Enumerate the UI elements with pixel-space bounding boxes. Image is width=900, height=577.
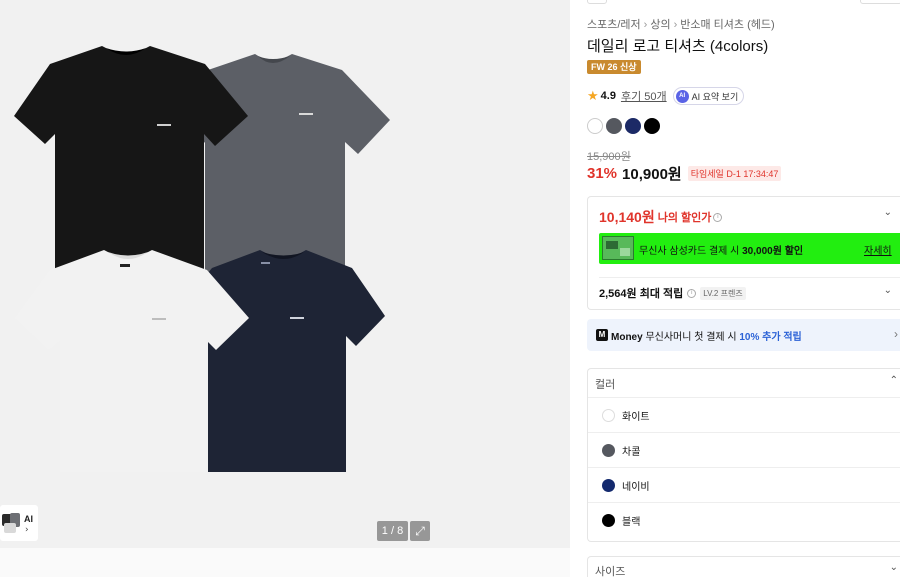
product-title: 데일리 로고 티셔츠 (4colors) <box>587 38 769 55</box>
max-points: 2,564원 최대 적립 <box>599 288 684 300</box>
divider <box>599 277 900 278</box>
swatch-white[interactable] <box>587 118 603 134</box>
color-option-label: 네이비 <box>622 481 650 493</box>
price-row: 31% 10,900원 타임세일 D-1 17:34:47 <box>587 163 782 184</box>
info-icon[interactable]: i <box>687 288 697 298</box>
thumb-ai-label: AI <box>24 514 33 524</box>
musinsa-money-banner[interactable]: M Money 무신사머니 첫 결제 시 10% 추가 적립 › <box>587 319 900 351</box>
color-dot <box>602 513 615 527</box>
card-promo-amount: 30,000원 할인 <box>742 246 804 257</box>
chevron-up-icon[interactable]: ⌃ <box>890 375 898 386</box>
money-logo-icon: M <box>596 329 608 341</box>
ai-summary-label: AI 요약 보기 <box>691 91 739 102</box>
card-image-shape <box>620 248 630 256</box>
sale-price: 10,900원 <box>622 166 682 183</box>
card-promo-text-pre: 무신사 삼성카드 결제 시 <box>639 246 743 257</box>
ai-thumbnail-button[interactable]: AI › <box>0 505 38 541</box>
color-dot <box>602 478 615 492</box>
color-option-item[interactable]: 블랙 <box>588 502 900 537</box>
color-option-label: 화이트 <box>622 411 650 423</box>
swatch-charcoal[interactable] <box>606 118 622 134</box>
money-text: Money 무신사머니 첫 결제 시 10% 추가 적립 <box>611 328 802 343</box>
size-option-dropdown[interactable]: 사이즈 ⌄ <box>587 556 900 577</box>
card-image <box>602 236 634 260</box>
card-promo-text: 무신사 삼성카드 결제 시 30,000원 할인 <box>639 242 803 257</box>
breadcrumb-item[interactable]: 스포츠/레저 <box>587 19 641 31</box>
my-discount-row[interactable]: 10,140원 나의 할인가 i <box>599 207 723 227</box>
color-option-list: 화이트 차콜 네이비 블랙 <box>588 397 900 537</box>
star-icon: ★ <box>587 88 599 103</box>
my-discount-box: 10,140원 나의 할인가 i ⌄ 무신사 삼성카드 결제 시 30,000원… <box>587 196 900 310</box>
color-option-label: 블랙 <box>622 516 641 528</box>
gallery-footer <box>0 548 570 577</box>
top-button-fragment-right[interactable] <box>860 0 900 4</box>
color-option-dropdown: 컬러 ⌃ 화이트 차콜 네이비 블랙 <box>587 368 900 542</box>
card-image-shape <box>606 241 618 249</box>
breadcrumb-separator: › <box>643 19 648 31</box>
color-option-item[interactable]: 화이트 <box>588 397 900 432</box>
timesale-badge: 타임세일 D-1 17:34:47 <box>687 166 782 181</box>
breadcrumb-item[interactable]: 반소매 티셔츠 (헤드) <box>680 19 774 31</box>
expand-icon[interactable]: ⤢ <box>410 521 430 541</box>
breadcrumb: 스포츠/레저 › 상의 › 반소매 티셔츠 (헤드) <box>587 16 775 32</box>
chevron-down-icon[interactable]: ⌄ <box>884 285 892 296</box>
color-option-label: 차콜 <box>622 446 641 458</box>
money-text-pre: 무신사머니 첫 결제 시 <box>642 331 740 343</box>
chevron-right-icon: › <box>25 525 29 535</box>
color-dot <box>602 408 615 422</box>
breadcrumb-item[interactable]: 상의 <box>650 19 670 31</box>
color-option-item[interactable]: 차콜 <box>588 432 900 467</box>
swatch-navy[interactable] <box>625 118 641 134</box>
chevron-down-icon[interactable]: ⌄ <box>884 207 892 218</box>
reviews-link[interactable]: 후기 50개 <box>621 88 667 104</box>
original-price: 15,900원 <box>587 151 631 163</box>
level-badge: LV.2 프렌즈 <box>700 286 746 300</box>
chevron-down-icon: ⌄ <box>889 562 898 573</box>
discount-rate: 31% <box>587 165 618 182</box>
swatch-black[interactable] <box>644 118 660 134</box>
color-option-header[interactable]: 컬러 <box>595 376 615 392</box>
color-option-item[interactable]: 네이비 <box>588 467 900 502</box>
info-icon[interactable]: i <box>713 212 723 222</box>
ai-summary-button[interactable]: AI AI 요약 보기 <box>672 87 745 105</box>
my-discount-price: 10,140원 <box>599 209 655 225</box>
color-dot <box>602 443 615 457</box>
money-highlight: 10% 추가 적립 <box>739 331 802 343</box>
breadcrumb-separator: › <box>673 19 678 31</box>
chevron-right-icon: › <box>894 327 898 341</box>
points-row[interactable]: 2,564원 최대 적립 i LV.2 프렌즈 <box>599 285 746 301</box>
my-discount-label: 나의 할인가 <box>657 212 712 224</box>
size-option-header: 사이즈 <box>595 566 626 577</box>
ai-icon: AI <box>675 89 689 103</box>
product-info: 스포츠/레저 › 상의 › 반소매 티셔츠 (헤드) 데일리 로고 티셔츠 (4colo… <box>587 0 900 577</box>
image-pager: 1 / 8 <box>377 521 408 541</box>
top-button-fragment[interactable] <box>587 0 607 4</box>
rating-value: 4.9 <box>600 90 616 102</box>
thumb-shirt-white <box>4 523 16 533</box>
card-detail-link[interactable]: 자세히 <box>864 242 892 257</box>
card-promo-banner[interactable]: 무신사 삼성카드 결제 시 30,000원 할인 자세히 <box>599 233 900 264</box>
product-image[interactable] <box>0 0 570 548</box>
product-gallery[interactable]: AI › 1 / 8 ⤢ <box>0 0 570 577</box>
new-season-badge: FW 26 신상 <box>587 60 641 74</box>
color-swatches <box>587 118 660 134</box>
money-brand: Money <box>611 331 643 343</box>
rating-row: ★ 4.9 후기 50개 AI AI 요약 보기 <box>587 87 745 105</box>
